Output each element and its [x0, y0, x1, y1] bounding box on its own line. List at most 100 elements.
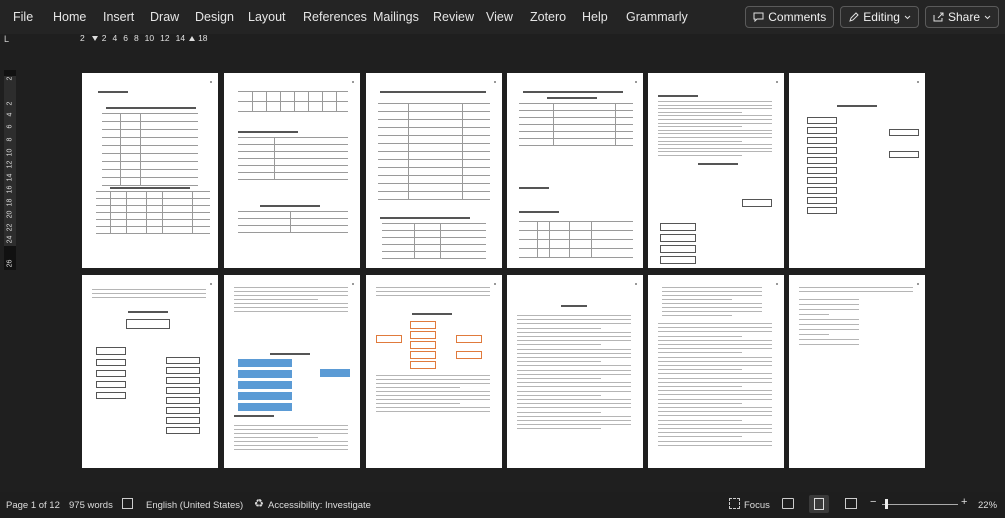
- heading-line: [380, 91, 486, 93]
- zoom-out-button[interactable]: −: [870, 496, 876, 508]
- text-line: [658, 373, 772, 375]
- horizontal-ruler[interactable]: 2 2 4 6 8 10 12 14 18: [80, 31, 215, 45]
- tab-file[interactable]: File: [13, 0, 33, 34]
- page-number: [635, 81, 637, 83]
- tab-home[interactable]: Home: [53, 0, 86, 34]
- table-rule: [102, 169, 198, 170]
- share-icon: [933, 12, 944, 22]
- page-6[interactable]: [789, 73, 925, 268]
- web-layout-icon[interactable]: [845, 498, 857, 509]
- diagram-box: [410, 331, 436, 339]
- page-4[interactable]: [507, 73, 643, 268]
- text-line: [517, 403, 631, 405]
- tab-selector[interactable]: L: [4, 34, 14, 44]
- focus-label[interactable]: Focus: [744, 500, 770, 511]
- zoom-in-button[interactable]: +: [961, 496, 967, 508]
- tab-help[interactable]: Help: [582, 0, 608, 34]
- page-count[interactable]: Page 1 of 12: [6, 500, 60, 511]
- proofing-icon[interactable]: [122, 498, 133, 509]
- share-button[interactable]: Share: [924, 6, 999, 28]
- page-8[interactable]: [224, 275, 360, 468]
- text-line: [376, 403, 460, 404]
- text-line: [658, 133, 772, 135]
- vruler-number: 26: [6, 259, 14, 268]
- page-7[interactable]: [82, 275, 218, 468]
- read-mode-icon[interactable]: [782, 498, 794, 509]
- table-rule: [102, 185, 198, 186]
- text-line: [234, 441, 348, 442]
- heading-line: [837, 105, 877, 107]
- table-rule: [382, 244, 486, 245]
- table-rule: [378, 111, 490, 112]
- text-line: [799, 344, 859, 345]
- table-rule: [591, 221, 592, 257]
- focus-icon[interactable]: [729, 498, 740, 509]
- vertical-ruler[interactable]: 2 2 4 6 8 10 12 14 16 18 20 22 24 26: [4, 70, 16, 270]
- table-rule: [378, 119, 490, 120]
- zoom-slider-thumb[interactable]: [885, 499, 888, 509]
- text-line: [517, 407, 631, 409]
- text-line: [376, 379, 490, 380]
- page-12[interactable]: [789, 275, 925, 468]
- print-layout-icon[interactable]: [809, 495, 829, 513]
- table-rule: [238, 232, 348, 233]
- diagram-box: [456, 335, 482, 343]
- tab-review[interactable]: Review: [433, 0, 474, 34]
- tab-zotero[interactable]: Zotero: [530, 0, 566, 34]
- comments-button[interactable]: Comments: [745, 6, 835, 28]
- diagram-box: [410, 361, 436, 369]
- accessibility-icon[interactable]: ♻: [254, 497, 264, 510]
- tab-view[interactable]: View: [486, 0, 513, 34]
- heading-line: [658, 95, 698, 97]
- table-rule: [102, 145, 198, 146]
- diagram-box: [660, 256, 696, 264]
- page-11[interactable]: [648, 275, 784, 468]
- text-line: [376, 287, 490, 288]
- table-rule: [140, 113, 141, 185]
- text-line: [234, 433, 348, 434]
- table-rule: [378, 159, 490, 160]
- right-indent-marker-icon[interactable]: [189, 35, 196, 41]
- text-line: [658, 432, 772, 434]
- heading-line: [270, 353, 310, 355]
- page-3[interactable]: [366, 73, 502, 268]
- diagram-box: [889, 151, 919, 158]
- page-10[interactable]: [507, 275, 643, 468]
- zoom-slider[interactable]: [882, 504, 958, 505]
- page-9[interactable]: [366, 275, 502, 468]
- tab-references[interactable]: References: [303, 0, 367, 34]
- text-line: [517, 369, 631, 371]
- page-2[interactable]: [224, 73, 360, 268]
- text-line: [234, 445, 348, 446]
- editing-mode-button[interactable]: Editing: [840, 6, 919, 28]
- tab-layout[interactable]: Layout: [248, 0, 286, 34]
- table-rule: [274, 137, 275, 179]
- text-line: [517, 386, 631, 388]
- text-line: [658, 111, 742, 113]
- text-line: [658, 331, 772, 333]
- text-line: [658, 428, 772, 429]
- tab-mailings[interactable]: Mailings: [373, 0, 419, 34]
- page-5[interactable]: [648, 73, 784, 268]
- text-line: [658, 394, 772, 396]
- text-line: [658, 377, 772, 379]
- tab-grammarly[interactable]: Grammarly: [626, 0, 688, 34]
- ruler-tick-label: 2: [101, 33, 107, 43]
- text-line: [658, 411, 772, 413]
- ruler-tick-label: 14: [175, 33, 186, 43]
- accessibility-status[interactable]: Accessibility: Investigate: [268, 500, 371, 511]
- text-line: [92, 289, 206, 290]
- indent-marker-icon[interactable]: [91, 35, 98, 41]
- page-1[interactable]: [82, 73, 218, 268]
- language-status[interactable]: English (United States): [146, 500, 243, 511]
- table-rule: [553, 103, 554, 145]
- zoom-level[interactable]: 22%: [978, 500, 997, 511]
- tab-insert[interactable]: Insert: [103, 0, 134, 34]
- text-line: [799, 314, 829, 315]
- tab-design[interactable]: Design: [195, 0, 234, 34]
- tab-draw[interactable]: Draw: [150, 0, 179, 34]
- ruler-tick-label: 10: [144, 33, 155, 43]
- word-count[interactable]: 975 words: [69, 500, 113, 511]
- text-line: [517, 336, 631, 337]
- text-line: [799, 324, 859, 325]
